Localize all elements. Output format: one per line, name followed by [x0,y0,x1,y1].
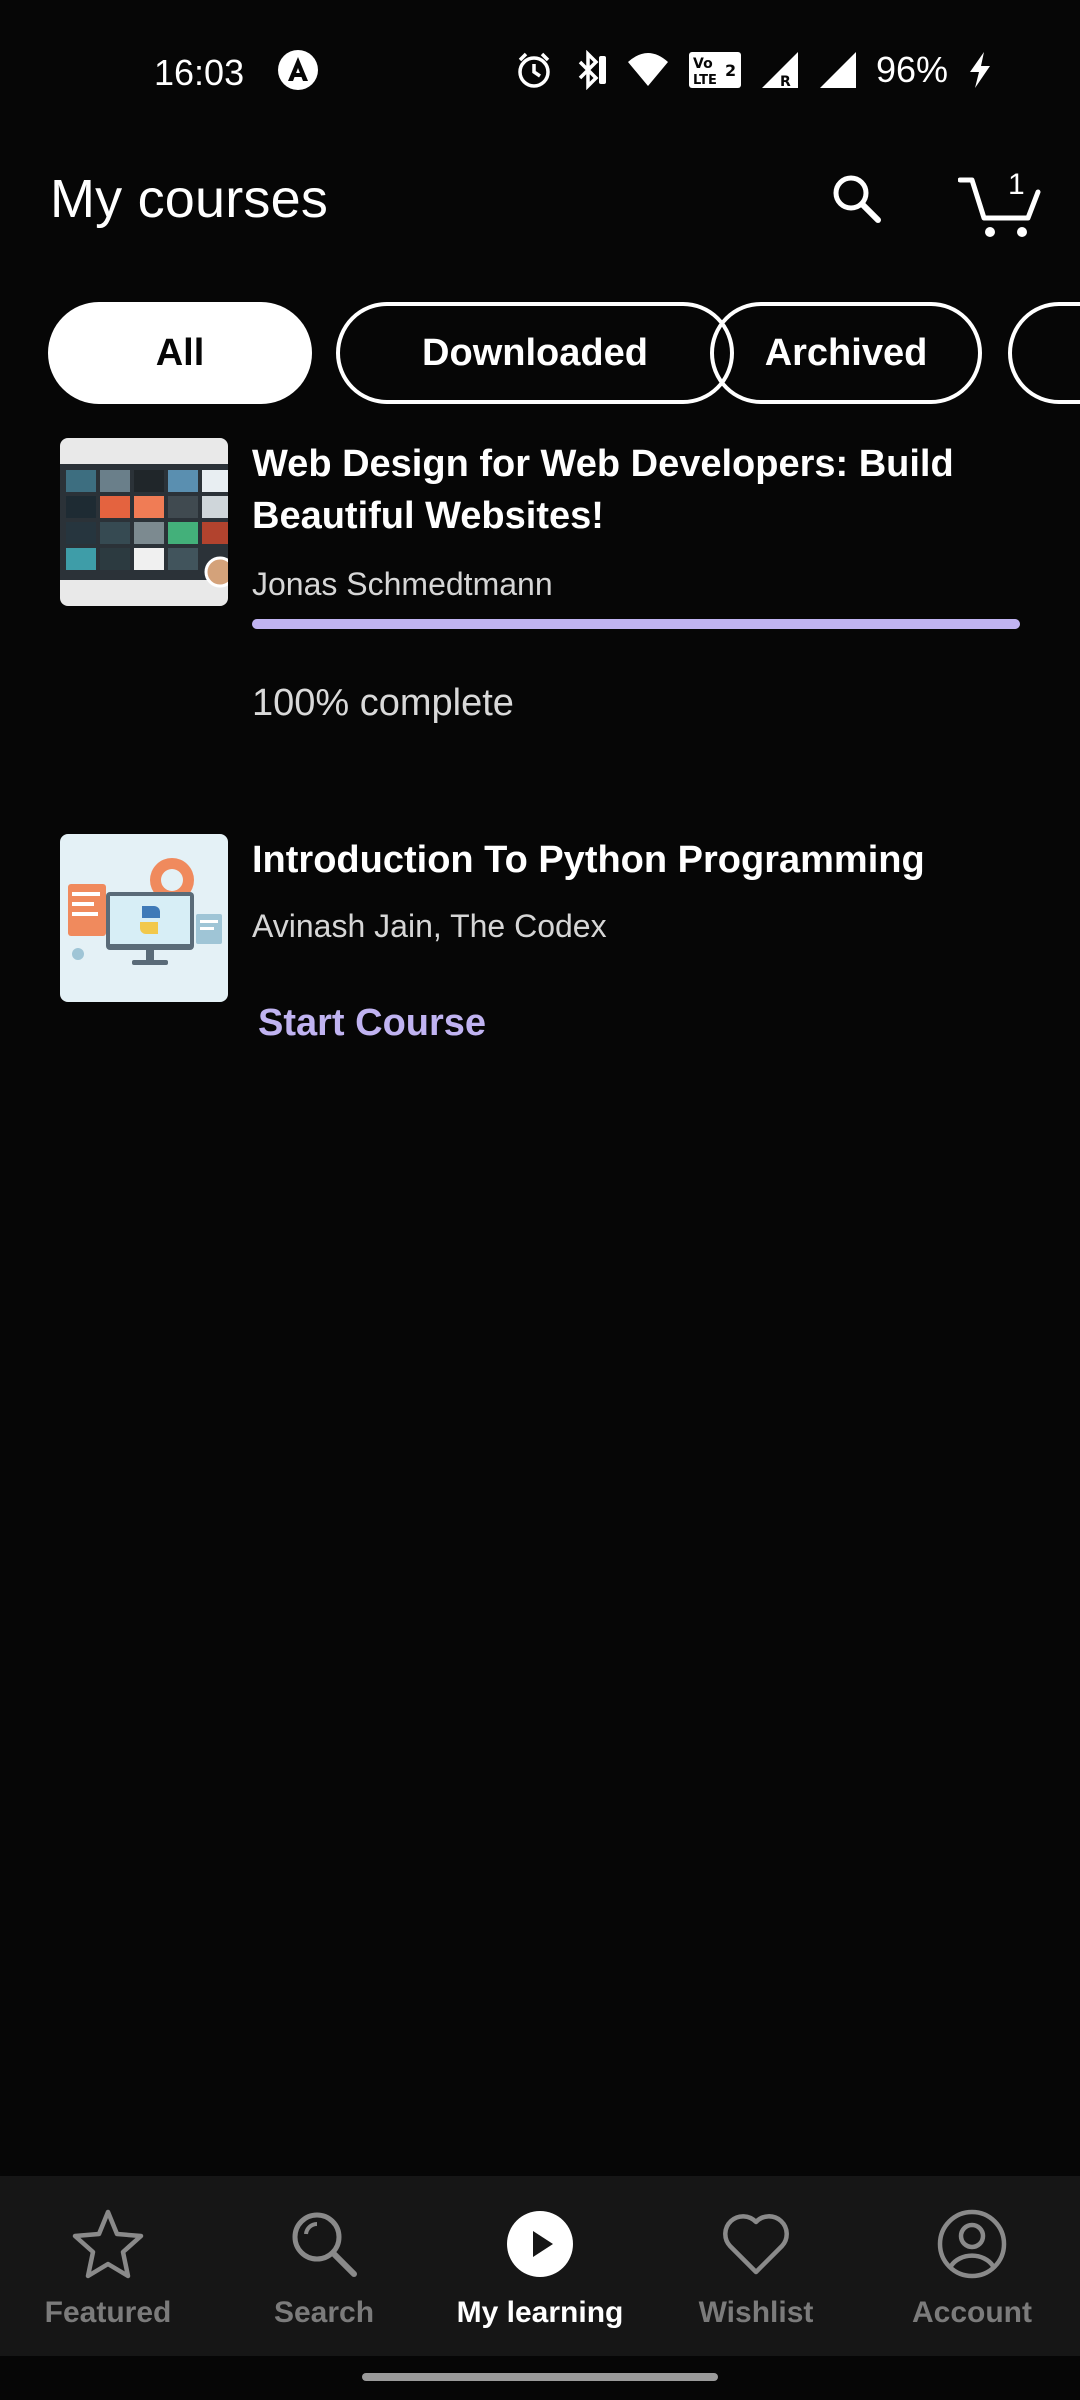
bottom-navigation: Featured Search My learning Wishlist Acc… [0,2176,1080,2356]
status-bar: 16:03 Vo LTE 2 R 96% [0,0,1080,140]
course-author: Jonas Schmedtmann [252,566,553,602]
bluetooth-icon [572,50,608,90]
nav-label: My learning [456,2296,624,2329]
charging-icon [966,50,994,90]
cart-button[interactable]: 1 [957,160,1058,244]
cart-icon [957,170,1042,249]
nav-featured[interactable]: Featured [0,2176,216,2356]
heart-icon [718,2206,794,2282]
cart-count-badge: 1 [1008,168,1025,201]
course-item[interactable]: Introduction To Python Programming Avina… [0,834,1080,1064]
signal-r-icon: R [760,50,800,90]
alarm-icon [514,50,554,90]
account-icon [934,2206,1010,2282]
course-complete-text: 100% complete [252,682,514,724]
course-thumbnail [60,834,228,1002]
svg-text:Vo: Vo [693,56,713,72]
search-icon [286,2206,362,2282]
star-icon [70,2206,146,2282]
nav-wishlist[interactable]: Wishlist [648,2176,864,2356]
course-title: Web Design for Web Developers: Build Bea… [252,443,954,537]
status-icons: Vo LTE 2 R 96% [514,46,994,94]
course-thumbnail [60,438,228,606]
nav-label: Wishlist [698,2296,814,2329]
signal-icon [818,50,858,90]
filter-chips: All Downloaded Archived [48,300,1080,410]
course-item[interactable]: Web Design for Web Developers: Build Bea… [0,438,1080,758]
my-courses-screen: 16:03 Vo LTE 2 R 96% My courses 1 All Do… [0,0,1080,2400]
home-indicator[interactable] [362,2373,718,2381]
play-circle-icon [502,2206,578,2282]
course-title: Introduction To Python Programming [252,839,925,881]
course-author: Avinash Jain, The Codex [252,908,607,944]
nav-label: Featured [44,2296,172,2329]
nav-my-learning[interactable]: My learning [432,2176,648,2356]
course-progress-fill [252,619,1020,629]
nav-account[interactable]: Account [864,2176,1080,2356]
nav-search[interactable]: Search [216,2176,432,2356]
course-progress-bar [252,619,1020,629]
battery-percent: 96% [875,49,948,90]
start-course-button[interactable]: Start Course [258,1002,486,1045]
filter-chip-archived[interactable]: Archived [710,302,982,404]
volte-icon: Vo LTE 2 [688,50,742,90]
nav-label: Account [912,2296,1032,2329]
filter-chip-downloaded[interactable]: Downloaded [336,302,734,404]
search-button[interactable] [820,164,892,236]
nav-label: Search [273,2296,375,2329]
svg-text:R: R [780,74,791,90]
page-title: My courses [50,169,329,229]
wifi-icon [626,50,670,90]
search-icon [828,170,884,231]
svg-text:LTE: LTE [693,73,717,88]
filter-chip-all[interactable]: All [48,302,312,404]
app-a-icon [276,48,320,92]
svg-text:2: 2 [725,61,736,80]
status-time: 16:03 [154,52,245,93]
filter-chip-more[interactable] [1008,302,1080,404]
